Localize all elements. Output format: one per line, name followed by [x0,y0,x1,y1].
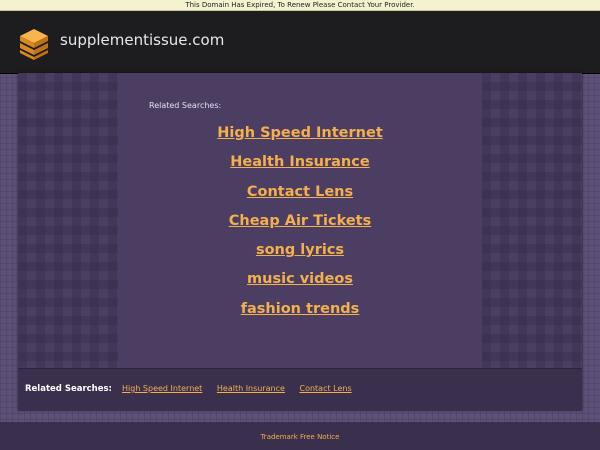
related-link-music-videos[interactable]: music videos [18,267,582,296]
related-searches-footer: Related Searches: High Speed Internet He… [18,368,582,411]
related-link-song-lyrics[interactable]: song lyrics [18,238,582,267]
expired-notice-text: This Domain Has Expired, To Renew Please… [185,1,415,9]
page-footer: Trademark Free Notice [0,422,600,450]
related-links-list: High Speed Internet Health Insurance Con… [18,121,582,326]
related-link-cheap-air-tickets[interactable]: Cheap Air Tickets [18,209,582,238]
footer-link-contact-lens[interactable]: Contact Lens [299,384,351,393]
related-link-high-speed-internet[interactable]: High Speed Internet [18,121,582,150]
stacked-layers-icon [20,29,48,60]
related-link-health-insurance[interactable]: Health Insurance [18,150,582,179]
footer-links: High Speed Internet Health Insurance Con… [122,384,364,393]
footer-link-health-insurance[interactable]: Health Insurance [217,384,285,393]
domain-title: supplementissue.com [60,31,225,49]
footer-link-high-speed-internet[interactable]: High Speed Internet [122,384,202,393]
footer-related-label: Related Searches: [25,384,112,394]
trademark-notice-link[interactable]: Trademark Free Notice [0,433,600,441]
main-panel: Related Searches: High Speed Internet He… [18,73,582,411]
site-header: supplementissue.com [0,11,600,74]
related-searches-heading: Related Searches: [149,101,222,110]
related-link-contact-lens[interactable]: Contact Lens [18,180,582,209]
related-link-fashion-trends[interactable]: fashion trends [18,297,582,326]
expired-notice-bar: This Domain Has Expired, To Renew Please… [0,0,600,11]
